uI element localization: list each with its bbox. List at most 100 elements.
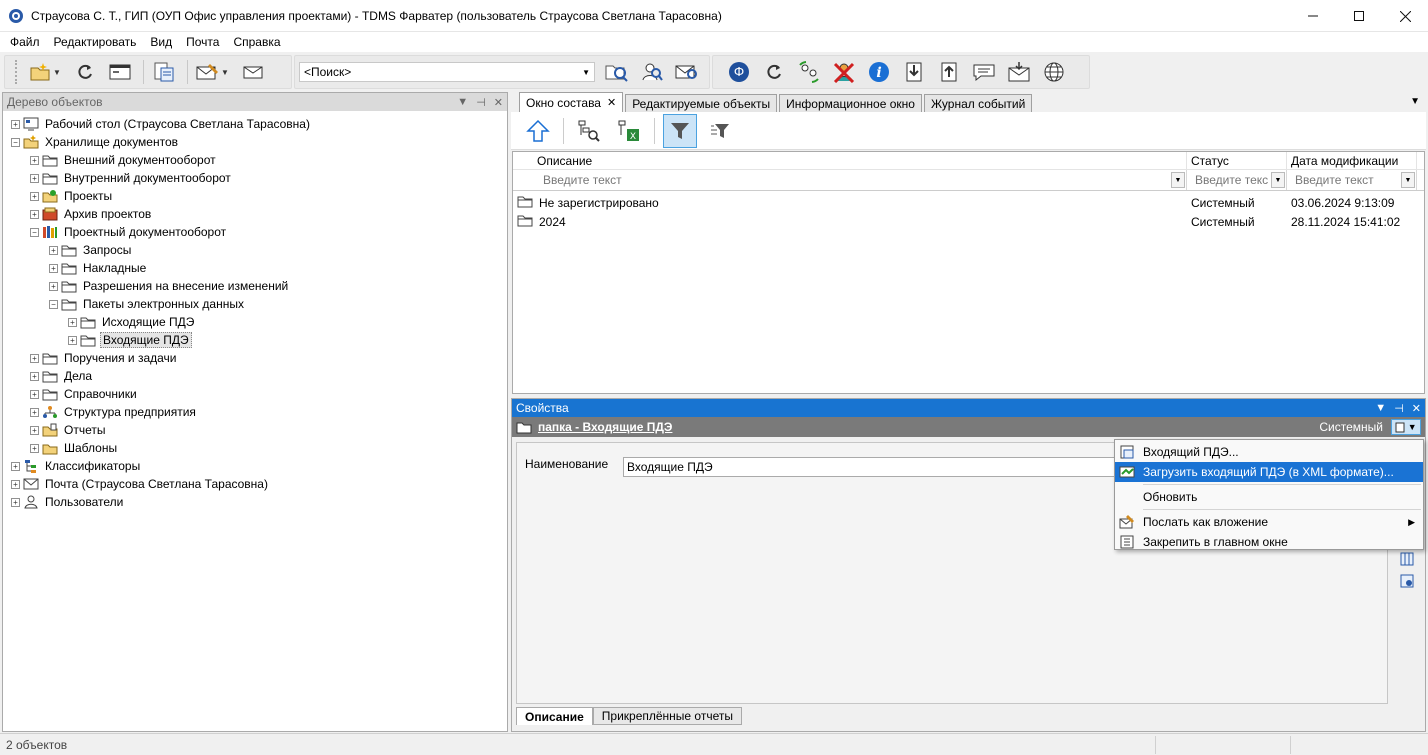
mail-inbox-button[interactable] xyxy=(1003,57,1035,87)
checkin-button[interactable] xyxy=(898,57,930,87)
expand-icon[interactable]: + xyxy=(30,353,39,363)
tab-list-dropdown-icon[interactable]: ▼ xyxy=(1410,96,1420,107)
expand-icon[interactable]: + xyxy=(11,497,20,507)
expand-icon[interactable]: + xyxy=(30,155,39,165)
tree-item[interactable]: + Архив проектов xyxy=(3,205,507,223)
panel-close-icon[interactable]: ✕ xyxy=(1412,402,1421,415)
filter-dropdown-icon[interactable]: ▼ xyxy=(1171,172,1185,188)
name-field[interactable]: Входящие ПДЭ xyxy=(623,457,1143,477)
panel-close-icon[interactable]: ✕ xyxy=(494,96,503,109)
collapse-icon[interactable]: − xyxy=(11,137,20,147)
tree-item[interactable]: + Почта (Страусова Светлана Тарасовна) xyxy=(3,475,507,493)
tree-item[interactable]: + Проекты xyxy=(3,187,507,205)
expand-icon[interactable]: + xyxy=(30,407,39,417)
pin-icon[interactable]: ⊣ xyxy=(1394,402,1404,415)
menu-mail[interactable]: Почта xyxy=(179,32,226,52)
context-menu-item[interactable]: Обновить xyxy=(1115,487,1423,507)
table-row[interactable]: Не зарегистрировано Системный 03.06.2024 9… xyxy=(513,193,1424,212)
tab-description[interactable]: Описание xyxy=(516,707,593,725)
tab-close-icon[interactable]: ✕ xyxy=(607,96,616,109)
tab-edited-objects[interactable]: Редактируемые объекты xyxy=(625,94,778,112)
tree-item[interactable]: − Проектный документооборот xyxy=(3,223,507,241)
pin-icon[interactable]: ⊣ xyxy=(476,96,486,109)
attributes-icon[interactable] xyxy=(1399,551,1415,567)
panel-menu-icon[interactable]: ▼ xyxy=(457,96,468,109)
toolbar-grip[interactable] xyxy=(15,60,18,84)
expand-icon[interactable]: + xyxy=(49,263,58,273)
close-window-button[interactable] xyxy=(1382,0,1428,32)
menu-edit[interactable]: Редактировать xyxy=(47,32,144,52)
menu-view[interactable]: Вид xyxy=(143,32,179,52)
search-folder-button[interactable] xyxy=(601,57,633,87)
expand-icon[interactable]: + xyxy=(30,389,39,399)
filter-dropdown-icon[interactable]: ▼ xyxy=(1401,172,1415,188)
globe-button[interactable] xyxy=(1038,57,1070,87)
expand-icon[interactable]: + xyxy=(49,281,58,291)
expand-icon[interactable]: + xyxy=(30,371,39,381)
tree-item[interactable]: + Входящие ПДЭ xyxy=(3,331,507,349)
tree-item[interactable]: − Хранилище документов xyxy=(3,133,507,151)
expand-icon[interactable]: + xyxy=(30,425,39,435)
tree-item[interactable]: + Структура предприятия xyxy=(3,403,507,421)
object-list-button[interactable] xyxy=(148,57,180,87)
expand-icon[interactable]: + xyxy=(11,461,20,471)
send-mail-button[interactable] xyxy=(237,57,269,87)
tree-item[interactable]: + Поручения и задачи xyxy=(3,349,507,367)
expand-icon[interactable]: + xyxy=(68,335,77,345)
expand-icon[interactable]: + xyxy=(30,209,39,219)
settings-icon[interactable] xyxy=(1399,573,1415,589)
expand-icon[interactable]: + xyxy=(30,191,39,201)
filter-button[interactable] xyxy=(663,113,697,148)
fairway-button[interactable]: Ф xyxy=(723,57,755,87)
panel-menu-icon[interactable]: ▼ xyxy=(1375,402,1386,415)
tree-item[interactable]: + Классификаторы xyxy=(3,457,507,475)
menu-file[interactable]: Файл xyxy=(3,32,47,52)
tree-item[interactable]: + Внутренний документооборот xyxy=(3,169,507,187)
col-status[interactable]: Статус xyxy=(1187,152,1287,169)
export-excel-button[interactable]: X xyxy=(612,114,646,148)
filter-description[interactable]: Введите текст ▼ xyxy=(513,170,1187,190)
checkout-button[interactable] xyxy=(933,57,965,87)
expand-icon[interactable]: + xyxy=(30,173,39,183)
minimize-button[interactable] xyxy=(1290,0,1336,32)
search-user-button[interactable] xyxy=(636,57,668,87)
tree-item[interactable]: + Рабочий стол (Страусова Светлана Тарасо… xyxy=(3,115,507,133)
tree-item[interactable]: − Пакеты электронных данных xyxy=(3,295,507,313)
object-menu-button[interactable]: ▼ xyxy=(1391,419,1421,435)
tree-search-button[interactable] xyxy=(572,114,606,148)
filter-dropdown-icon[interactable]: ▼ xyxy=(1271,172,1285,188)
expand-icon[interactable]: + xyxy=(68,317,77,327)
search-combo[interactable]: <Поиск> ▼ xyxy=(299,62,595,82)
tree-item[interactable]: + Справочники xyxy=(3,385,507,403)
expand-icon[interactable]: + xyxy=(30,443,39,453)
context-menu-item[interactable]: Закрепить в главном окне xyxy=(1115,532,1423,552)
collapse-icon[interactable]: − xyxy=(49,299,58,309)
col-description[interactable]: Описание xyxy=(513,152,1187,169)
table-row[interactable]: 2024 Системный 28.11.2024 15:41:02 xyxy=(513,212,1424,231)
filter-settings-button[interactable] xyxy=(703,114,737,148)
expand-icon[interactable]: + xyxy=(49,245,58,255)
new-object-dropdown-icon[interactable]: ▼ xyxy=(53,68,63,77)
tree-item[interactable]: + Дела xyxy=(3,367,507,385)
search-mail-button[interactable] xyxy=(671,57,703,87)
tree-item[interactable]: + Внешний документооборот xyxy=(3,151,507,169)
collapse-icon[interactable]: − xyxy=(30,227,39,237)
expand-icon[interactable]: + xyxy=(11,119,20,129)
tab-composition[interactable]: Окно состава ✕ xyxy=(519,92,624,112)
filter-status[interactable]: Введите текс ▼ xyxy=(1187,170,1287,190)
compose-mail-button[interactable] xyxy=(192,57,224,87)
delete-user-button[interactable] xyxy=(828,57,860,87)
maximize-button[interactable] xyxy=(1336,0,1382,32)
tab-attached-reports[interactable]: Прикреплённые отчеты xyxy=(592,707,742,725)
object-link[interactable]: папка - Входящие ПДЭ xyxy=(516,420,672,434)
window-button[interactable] xyxy=(104,57,136,87)
refresh-button[interactable] xyxy=(69,57,101,87)
tree-item[interactable]: + Отчеты xyxy=(3,421,507,439)
tree-item[interactable]: + Исходящие ПДЭ xyxy=(3,313,507,331)
tree-item[interactable]: + Накладные xyxy=(3,259,507,277)
level-up-button[interactable] xyxy=(521,114,555,148)
reload-button[interactable] xyxy=(758,57,790,87)
tab-info-window[interactable]: Информационное окно xyxy=(779,94,922,112)
search-dropdown-icon[interactable]: ▼ xyxy=(582,68,590,77)
info-button[interactable]: i xyxy=(863,57,895,87)
